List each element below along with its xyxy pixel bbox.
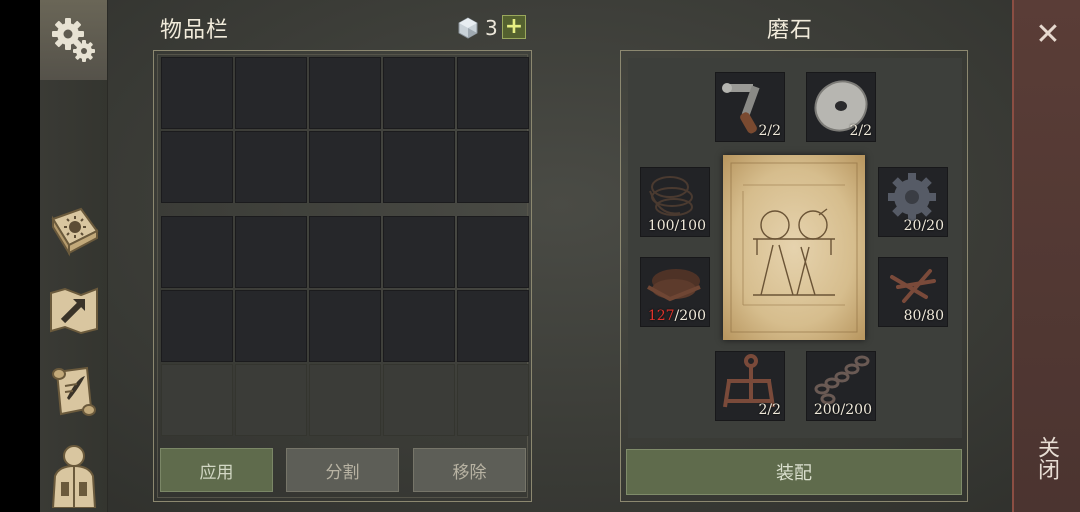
- slot-quantity: 100/100: [647, 218, 706, 234]
- material-slot-chain[interactable]: 200/200: [806, 351, 876, 421]
- game-screen: 物品栏 3 + 应用 分割 移除 磨石 2/2 2/2 100/100 20/2…: [40, 0, 1080, 512]
- inventory-slot[interactable]: [309, 216, 381, 288]
- material-slot-gear[interactable]: 20/20: [878, 167, 948, 237]
- inventory-slot[interactable]: [161, 57, 233, 129]
- close-panel[interactable]: ✕ 关闭: [1012, 0, 1080, 512]
- inventory-slot[interactable]: [457, 216, 529, 288]
- inventory-title: 物品栏: [160, 18, 230, 43]
- inventory-slot[interactable]: [457, 290, 529, 362]
- close-icon[interactable]: ✕: [1031, 18, 1065, 52]
- inventory-slot[interactable]: [235, 290, 307, 362]
- inventory-grid-top: [161, 57, 529, 203]
- inventory-slot-locked: [235, 364, 307, 436]
- inventory-slot[interactable]: [161, 290, 233, 362]
- material-slot-rope[interactable]: 100/100: [640, 167, 710, 237]
- slot-quantity: 127/200: [647, 308, 706, 324]
- material-slot-nails[interactable]: 80/80: [878, 257, 948, 327]
- equip-button[interactable]: 装配: [626, 449, 962, 495]
- inventory-slot[interactable]: [309, 290, 381, 362]
- currency-count: 3: [485, 16, 498, 40]
- apply-button[interactable]: 应用: [160, 448, 273, 492]
- inventory-slot[interactable]: [235, 57, 307, 129]
- material-slot-grindstone-wheel[interactable]: 2/2: [806, 72, 876, 142]
- crystal-gem-icon: [458, 17, 478, 39]
- currency-display: 3: [457, 14, 498, 42]
- blueprint-paper: [723, 155, 865, 340]
- inventory-slot-locked: [457, 364, 529, 436]
- inventory-slot[interactable]: [161, 131, 233, 203]
- plus-icon: +: [504, 14, 524, 39]
- survival-guide-icon[interactable]: [47, 204, 101, 258]
- left-sidebar: [40, 0, 108, 512]
- inventory-slot-locked: [383, 364, 455, 436]
- add-currency-button[interactable]: +: [502, 15, 526, 39]
- remove-button[interactable]: 移除: [413, 448, 526, 492]
- inventory-slot-locked: [161, 364, 233, 436]
- inventory-slot[interactable]: [457, 131, 529, 203]
- slot-quantity: 20/20: [903, 218, 944, 234]
- slot-quantity: 80/80: [903, 308, 944, 324]
- grindstone-blueprint-icon: [730, 162, 858, 333]
- crafting-title: 磨石: [767, 18, 814, 43]
- quest-scroll-icon[interactable]: [47, 364, 101, 418]
- slot-quantity: 2/2: [758, 123, 781, 139]
- inventory-slot[interactable]: [235, 216, 307, 288]
- inventory-slot[interactable]: [235, 131, 307, 203]
- inventory-slot[interactable]: [383, 57, 455, 129]
- inventory-slot[interactable]: [383, 131, 455, 203]
- inventory-slot[interactable]: [161, 216, 233, 288]
- inventory-slot[interactable]: [457, 57, 529, 129]
- slot-quantity: 2/2: [849, 123, 872, 139]
- slot-quantity: 200/200: [813, 402, 872, 418]
- settings-gears-icon[interactable]: [47, 13, 101, 67]
- settings-tab[interactable]: [40, 0, 107, 80]
- inventory-slot-locked: [309, 364, 381, 436]
- slot-quantity: 2/2: [758, 402, 781, 418]
- material-slot-leather[interactable]: 127/200: [640, 257, 710, 327]
- material-slot-crank-handle[interactable]: 2/2: [715, 72, 785, 142]
- inventory-slot[interactable]: [383, 216, 455, 288]
- inventory-slot[interactable]: [309, 131, 381, 203]
- split-button[interactable]: 分割: [286, 448, 399, 492]
- inventory-slot[interactable]: [309, 57, 381, 129]
- map-icon[interactable]: [47, 284, 101, 338]
- inventory-grid-bottom: [161, 216, 529, 436]
- close-label[interactable]: 关闭: [1034, 436, 1062, 480]
- material-slot-metal-bracket[interactable]: 2/2: [715, 351, 785, 421]
- inventory-slot[interactable]: [383, 290, 455, 362]
- character-icon[interactable]: [47, 440, 101, 510]
